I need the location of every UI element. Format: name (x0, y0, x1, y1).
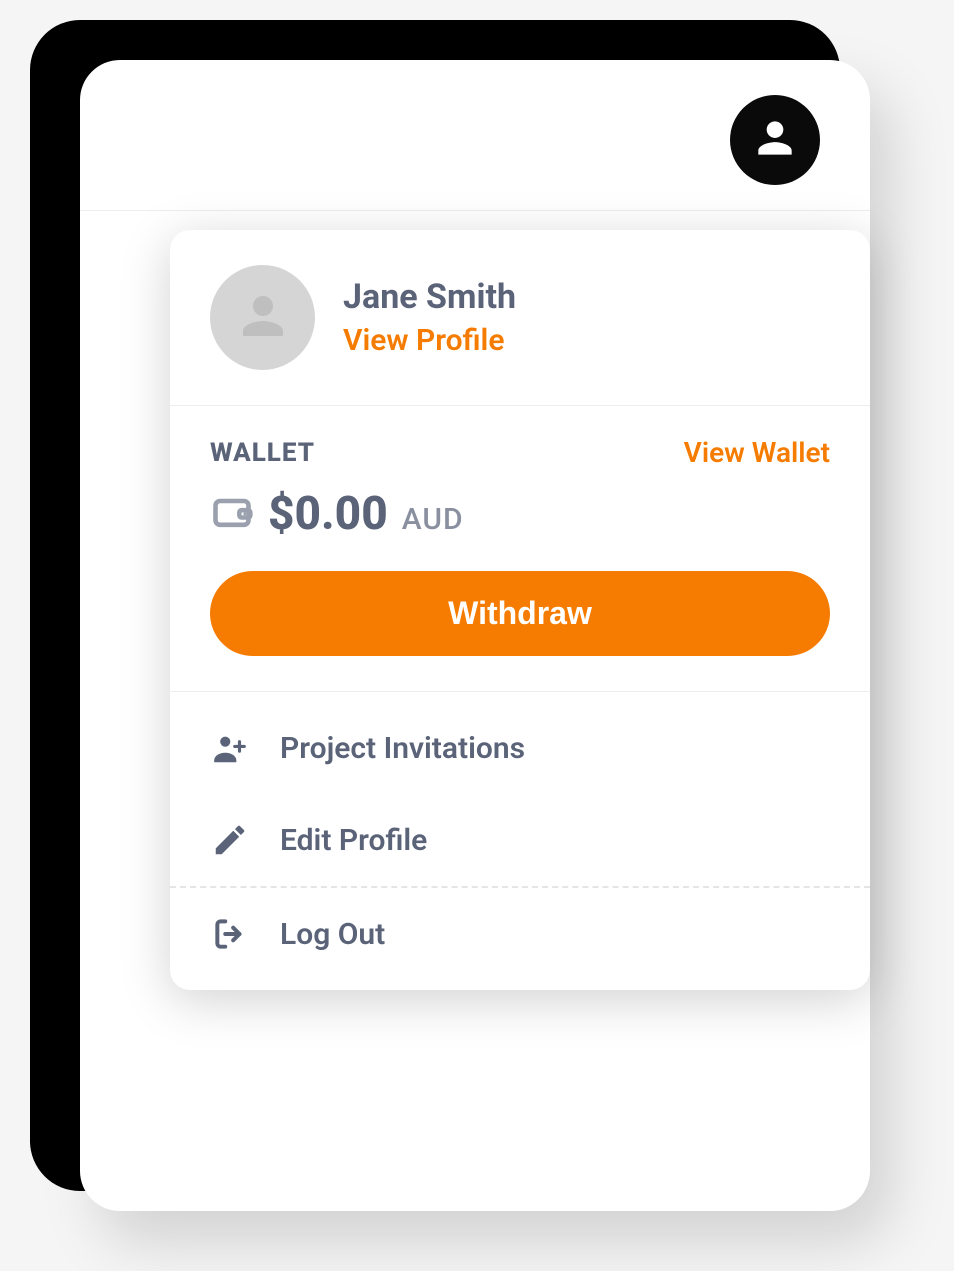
header-bar (80, 60, 870, 211)
menu-section: Project Invitations Edit Profile Log Out (170, 692, 870, 990)
logout-icon (210, 914, 250, 954)
wallet-header: WALLET View Wallet (210, 436, 830, 469)
profile-menu-trigger[interactable] (730, 95, 820, 185)
view-wallet-link[interactable]: View Wallet (684, 436, 830, 469)
person-placeholder-icon (233, 286, 293, 350)
balance-amount: $0.00 (268, 487, 388, 541)
menu-item-label: Edit Profile (280, 823, 427, 858)
menu-item-edit-profile[interactable]: Edit Profile (170, 794, 870, 886)
person-add-icon (210, 728, 250, 768)
menu-item-log-out[interactable]: Log Out (170, 886, 870, 980)
wallet-section-label: WALLET (210, 438, 315, 468)
wallet-icon (210, 490, 254, 538)
main-card: Jane Smith View Profile WALLET View Wall… (80, 60, 870, 1211)
balance-currency: AUD (402, 502, 464, 537)
balance-row: $0.00 AUD (210, 487, 830, 541)
profile-info: Jane Smith View Profile (343, 277, 516, 358)
wallet-section: WALLET View Wallet $0.00 AUD Withdraw (170, 406, 870, 692)
view-profile-link[interactable]: View Profile (343, 323, 516, 358)
profile-section: Jane Smith View Profile (170, 230, 870, 406)
avatar (210, 265, 315, 370)
menu-item-label: Log Out (280, 917, 385, 952)
menu-item-label: Project Invitations (280, 731, 525, 766)
person-icon (750, 113, 800, 167)
pencil-icon (210, 820, 250, 860)
profile-name: Jane Smith (343, 277, 516, 317)
withdraw-button[interactable]: Withdraw (210, 571, 830, 656)
menu-item-project-invitations[interactable]: Project Invitations (170, 702, 870, 794)
profile-dropdown-panel: Jane Smith View Profile WALLET View Wall… (170, 230, 870, 990)
